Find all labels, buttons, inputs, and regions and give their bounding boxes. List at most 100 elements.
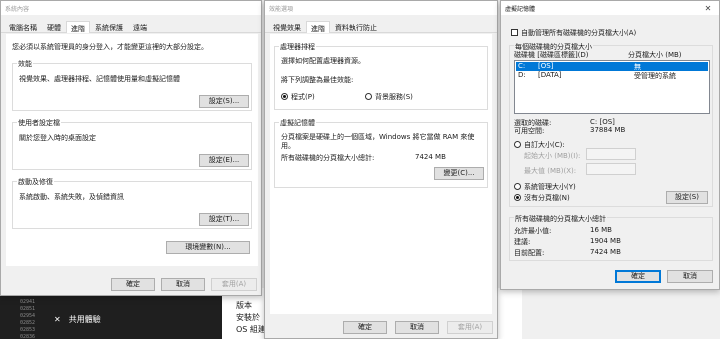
dialog-title: 系統內容 xyxy=(5,5,30,13)
about-line: 安裝於 xyxy=(236,313,260,322)
total-paging-group-title: 所有磁碟機的分頁檔大小總計 xyxy=(514,214,607,224)
no-paging-file-label[interactable]: 沒有分頁檔(N) xyxy=(524,193,570,203)
tab-visual-effects[interactable]: 視覺效果 xyxy=(268,20,306,32)
close-icon[interactable]: ✕ xyxy=(697,1,719,15)
virtual-memory-description-line2: 用。 xyxy=(281,142,295,150)
size-column-header: 分頁檔大小 (MB) xyxy=(628,51,682,59)
processor-scheduling-prompt: 將下列調整為最佳效能: xyxy=(281,76,354,84)
sidebar-item-shared-experiences[interactable]: ✕ 共用體驗 xyxy=(54,314,101,325)
system-properties-dialog: 系統內容 電腦名稱 硬體 進階 系統保護 遠端 您必須以系統管理員的身分登入，才… xyxy=(0,0,262,296)
system-managed-label[interactable]: 系統管理大小(Y) xyxy=(524,182,576,192)
background-terminal-text: 02931 02941 02851 02954 02852 02853 0283… xyxy=(20,292,48,339)
custom-size-radio[interactable] xyxy=(514,141,521,148)
virtual-memory-titlebar[interactable]: 虛擬記憶體 ✕ xyxy=(501,1,719,15)
environment-variables-button[interactable]: 環境變數(N)... xyxy=(166,241,250,254)
about-line: 版本 xyxy=(236,301,252,310)
startup-recovery-group-title: 啟動及修復 xyxy=(17,177,54,187)
apply-button[interactable]: 套用(A) xyxy=(447,321,493,334)
total-paging-group: 所有磁碟機的分頁檔大小總計 允許最小值: 16 MB 建議: 1904 MB 目… xyxy=(509,214,713,261)
background-services-radio-label[interactable]: 背景服務(S) xyxy=(375,92,413,102)
drive-letter: C: xyxy=(518,62,526,70)
system-properties-titlebar[interactable]: 系統內容 xyxy=(1,1,261,15)
free-space-value: 37884 MB xyxy=(590,126,626,134)
recommended-label: 建議: xyxy=(514,238,531,246)
cancel-button[interactable]: 取消 xyxy=(667,270,713,283)
performance-description: 視覺效果、處理器排程、記憶體使用量和虛擬記憶體 xyxy=(19,75,180,83)
terminal-line: 02836 xyxy=(20,334,36,339)
programs-radio-label[interactable]: 程式(P) xyxy=(291,92,315,102)
programs-radio[interactable] xyxy=(281,93,288,100)
apply-button[interactable]: 套用(A) xyxy=(211,278,257,291)
selected-drive-value: C: [OS] xyxy=(590,118,615,126)
system-properties-tabs: 電腦名稱 硬體 進階 系統保護 遠端 xyxy=(1,20,261,33)
tab-computer-name[interactable]: 電腦名稱 xyxy=(4,20,42,32)
startup-recovery-settings-button[interactable]: 設定(T)... xyxy=(199,213,249,226)
per-drive-group: 每個磁碟機的分頁檔大小 磁碟機 [磁碟區標籤](D) 分頁檔大小 (MB) C:… xyxy=(509,42,713,207)
background-services-radio[interactable] xyxy=(365,93,372,100)
terminal-line: 02851 xyxy=(20,306,36,312)
tab-advanced[interactable]: 進階 xyxy=(66,21,90,33)
drive-list-item[interactable]: C: [OS] 無 xyxy=(516,62,708,71)
system-managed-radio[interactable] xyxy=(514,183,521,190)
change-virtual-memory-button[interactable]: 變更(C)... xyxy=(434,167,484,180)
cancel-button[interactable]: 取消 xyxy=(395,321,439,334)
set-button[interactable]: 設定(S) xyxy=(666,191,708,204)
total-paging-size-label: 所有磁碟機的分頁檔大小總計: xyxy=(281,154,375,162)
min-allowed-label: 允許最小值: xyxy=(514,227,552,235)
terminal-line: 02941 xyxy=(20,299,36,305)
ok-button[interactable]: 確定 xyxy=(111,278,155,291)
user-profiles-group-title: 使用者設定檔 xyxy=(17,118,61,128)
auto-manage-label[interactable]: 自動管理所有磁碟機的分頁檔大小(A) xyxy=(521,28,636,38)
shared-experiences-icon: ✕ xyxy=(54,315,61,324)
initial-size-input[interactable] xyxy=(586,148,636,160)
tab-dep[interactable]: 資料執行防止 xyxy=(330,20,382,32)
drive-letter: D: xyxy=(518,71,526,79)
user-profiles-group: 使用者設定檔 關於您登入時的桌面設定 設定(E)... xyxy=(12,118,252,170)
virtual-memory-dialog: 虛擬記憶體 ✕ 自動管理所有磁碟機的分頁檔大小(A) 每個磁碟機的分頁檔大小 磁… xyxy=(500,0,720,290)
initial-size-label: 起始大小 (MB)(I): xyxy=(524,152,581,160)
terminal-line: 02954 xyxy=(20,313,36,319)
dialog-title: 虛擬記憶體 xyxy=(505,5,536,13)
tab-hardware[interactable]: 硬體 xyxy=(42,20,66,32)
performance-options-tabs: 視覺效果 進階 資料執行防止 xyxy=(265,20,497,33)
drive-size: 受管理的系統 xyxy=(634,72,676,80)
total-paging-size-value: 7424 MB xyxy=(415,153,446,161)
drive-list-item[interactable]: D: [DATA] 受管理的系統 xyxy=(516,71,708,80)
drive-label: [DATA] xyxy=(538,71,562,79)
auto-manage-checkbox[interactable] xyxy=(511,29,518,36)
drive-column-header: 磁碟機 [磁碟區標籤](D) xyxy=(514,51,589,59)
max-size-input[interactable] xyxy=(586,163,636,175)
ok-button[interactable]: 確定 xyxy=(343,321,387,334)
drive-label: [OS] xyxy=(538,62,554,70)
recommended-value: 1904 MB xyxy=(590,237,621,245)
processor-scheduling-group: 處理器排程 選擇如何配置處理器資源。 將下列調整為最佳效能: 程式(P) 背景服… xyxy=(274,42,488,110)
performance-advanced-panel: 處理器排程 選擇如何配置處理器資源。 將下列調整為最佳效能: 程式(P) 背景服… xyxy=(270,34,492,314)
current-allocated-label: 目前配置: xyxy=(514,249,545,257)
performance-group: 效能 視覺效果、處理器排程、記憶體使用量和虛擬記憶體 設定(S)... xyxy=(12,59,252,111)
processor-scheduling-description: 選擇如何配置處理器資源。 xyxy=(281,57,365,65)
virtual-memory-title: 虛擬記憶體 xyxy=(279,118,316,128)
cancel-button[interactable]: 取消 xyxy=(161,278,205,291)
performance-options-titlebar[interactable]: 效能選項 xyxy=(265,1,497,15)
admin-notice: 您必須以系統管理員的身分登入，才能變更這裡的大部分設定。 xyxy=(12,43,208,51)
user-profiles-settings-button[interactable]: 設定(E)... xyxy=(199,154,249,167)
tab-remote[interactable]: 遠端 xyxy=(128,20,152,32)
startup-recovery-description: 系統啟動、系統失敗，及偵錯資訊 xyxy=(19,193,124,201)
performance-settings-button[interactable]: 設定(S)... xyxy=(199,95,249,108)
performance-group-title: 效能 xyxy=(17,59,33,69)
tab-system-protection[interactable]: 系統保護 xyxy=(90,20,128,32)
drive-list[interactable]: C: [OS] 無 D: [DATA] 受管理的系統 xyxy=(514,60,710,114)
dialog-title: 效能選項 xyxy=(269,5,294,13)
virtual-memory-group: 虛擬記憶體 分頁檔案是硬碟上的一個區域，Windows 將它當做 RAM 來使 … xyxy=(274,118,488,188)
user-profiles-description: 關於您登入時的桌面設定 xyxy=(19,134,96,142)
no-paging-file-radio[interactable] xyxy=(514,194,521,201)
terminal-line: 02853 xyxy=(20,327,36,333)
processor-scheduling-title: 處理器排程 xyxy=(279,42,316,52)
free-space-label: 可用空間: xyxy=(514,127,545,135)
tab-advanced[interactable]: 進階 xyxy=(306,21,330,33)
sidebar-item-label: 共用體驗 xyxy=(68,315,101,324)
about-line: OS 組建 xyxy=(236,325,266,334)
ok-button[interactable]: 確定 xyxy=(615,270,661,283)
custom-size-label[interactable]: 自訂大小(C): xyxy=(524,140,565,150)
max-size-label: 最大值 (MB)(X): xyxy=(524,167,577,175)
